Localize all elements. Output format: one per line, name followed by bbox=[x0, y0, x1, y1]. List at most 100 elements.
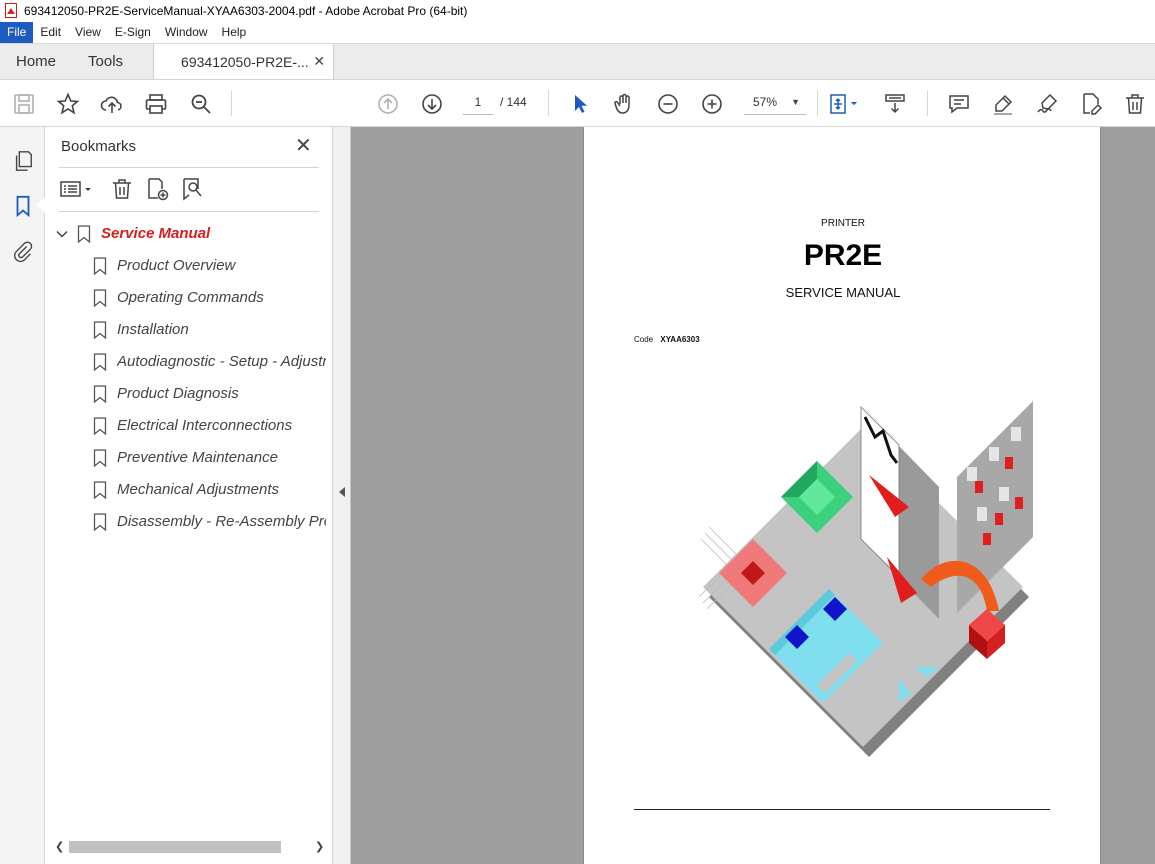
page-number-input[interactable]: 1 bbox=[463, 89, 493, 115]
print-icon[interactable] bbox=[143, 91, 169, 117]
tab-tools[interactable]: Tools bbox=[72, 44, 139, 79]
bookmark-item-product-overview[interactable]: Product Overview bbox=[45, 250, 332, 282]
bookmark-label: Service Manual bbox=[101, 225, 211, 242]
upload-icon[interactable] bbox=[99, 91, 125, 117]
window-title: 693412050-PR2E-ServiceManual-XYAA6303-20… bbox=[24, 4, 468, 18]
bookmark-panel-icon[interactable] bbox=[10, 193, 36, 219]
scroll-mode-icon[interactable] bbox=[882, 91, 908, 117]
doc-code-label: Code bbox=[634, 335, 654, 344]
bookmark-label: Installation bbox=[117, 321, 189, 338]
active-panel-pointer bbox=[37, 197, 45, 213]
tab-document-label: 693412050-PR2E-... bbox=[181, 53, 309, 70]
attachment-icon[interactable] bbox=[10, 239, 36, 265]
doc-code-value: XYAA6303 bbox=[660, 335, 700, 344]
doc-code: Code XYAA6303 bbox=[634, 335, 700, 344]
find-bookmark-icon[interactable] bbox=[179, 176, 205, 202]
bookmark-icon bbox=[77, 225, 91, 243]
scroll-right-icon[interactable]: ❯ bbox=[315, 840, 324, 853]
highlight-pen-icon[interactable] bbox=[990, 91, 1016, 117]
edit-pdf-icon[interactable] bbox=[1078, 91, 1104, 117]
bookmark-item-disassembly[interactable]: Disassembly - Re-Assembly Proc bbox=[45, 506, 332, 538]
sign-icon[interactable] bbox=[1034, 91, 1060, 117]
bookmark-icon bbox=[93, 353, 107, 371]
bookmark-label: Product Overview bbox=[117, 257, 236, 274]
bookmarks-title: Bookmarks bbox=[61, 138, 137, 155]
bookmark-item-autodiagnostic[interactable]: Autodiagnostic - Setup - Adjustm bbox=[45, 346, 332, 378]
cover-illustration bbox=[699, 401, 1033, 757]
bookmark-icon bbox=[93, 481, 107, 499]
star-icon[interactable] bbox=[55, 91, 81, 117]
toolbar-divider bbox=[548, 90, 549, 116]
doc-kicker: PRINTER bbox=[821, 218, 865, 229]
close-tab-icon[interactable]: ✕ bbox=[313, 53, 325, 70]
bookmark-icon bbox=[93, 289, 107, 307]
doc-model-title: PR2E bbox=[803, 239, 883, 272]
bookmark-label: Disassembly - Re-Assembly Proc bbox=[117, 513, 326, 530]
new-bookmark-icon[interactable] bbox=[143, 176, 171, 202]
bookmark-label: Operating Commands bbox=[117, 289, 264, 306]
bookmark-item-installation[interactable]: Installation bbox=[45, 314, 332, 346]
doc-footer-rule bbox=[634, 809, 1050, 810]
page-total-label: / 144 bbox=[500, 95, 527, 109]
collapse-panel-icon[interactable] bbox=[339, 487, 345, 497]
bookmarks-panel: Bookmarks ✕ Service Manual Product Overv… bbox=[45, 127, 332, 864]
bookmark-item-product-diagnosis[interactable]: Product Diagnosis bbox=[45, 378, 332, 410]
divider bbox=[59, 167, 319, 168]
pdf-page: PRINTER PR2E SERVICE MANUAL Code XYAA630… bbox=[583, 127, 1101, 864]
bookmark-icon bbox=[93, 417, 107, 435]
acrobat-pdf-icon bbox=[4, 3, 18, 19]
comment-icon[interactable] bbox=[946, 91, 972, 117]
bookmark-label: Product Diagnosis bbox=[117, 385, 239, 402]
select-arrow-icon[interactable] bbox=[567, 91, 593, 117]
bookmark-icon bbox=[93, 513, 107, 531]
bookmark-icon bbox=[93, 321, 107, 339]
bookmark-label: Mechanical Adjustments bbox=[117, 481, 280, 498]
navigation-rail bbox=[0, 127, 45, 864]
bookmark-item-preventive-maintenance[interactable]: Preventive Maintenance bbox=[45, 442, 332, 474]
main-toolbar bbox=[0, 80, 1155, 127]
tab-home[interactable]: Home bbox=[0, 44, 72, 79]
menu-window[interactable]: Window bbox=[158, 22, 215, 43]
save-icon[interactable] bbox=[11, 91, 37, 117]
bookmark-label: Electrical Interconnections bbox=[117, 417, 293, 434]
menu-help[interactable]: Help bbox=[215, 22, 254, 43]
menu-edit[interactable]: Edit bbox=[33, 22, 68, 43]
delete-icon[interactable] bbox=[1122, 91, 1148, 117]
horizontal-scrollbar[interactable]: ❮ ❯ bbox=[53, 837, 325, 857]
hand-icon[interactable] bbox=[611, 91, 637, 117]
bookmark-icon bbox=[93, 385, 107, 403]
bookmark-label: Autodiagnostic - Setup - Adjustm bbox=[117, 353, 326, 370]
chevron-down-icon: ▼ bbox=[791, 97, 800, 107]
divider bbox=[59, 211, 319, 212]
bookmark-item-electrical-interconnections[interactable]: Electrical Interconnections bbox=[45, 410, 332, 442]
bookmark-item-operating-commands[interactable]: Operating Commands bbox=[45, 282, 332, 314]
bookmark-icon bbox=[93, 257, 107, 275]
page-thumbnails-icon[interactable] bbox=[10, 148, 36, 174]
menu-bar: File Edit View E-Sign Window Help bbox=[0, 22, 1155, 43]
zoom-out-icon[interactable] bbox=[655, 91, 681, 117]
menu-esign[interactable]: E-Sign bbox=[108, 22, 158, 43]
scroll-left-icon[interactable]: ❮ bbox=[55, 840, 64, 853]
close-panel-icon[interactable]: ✕ bbox=[295, 135, 312, 157]
page-up-icon[interactable] bbox=[375, 91, 401, 117]
bookmark-label: Preventive Maintenance bbox=[117, 449, 278, 466]
bookmark-item-mechanical-adjustments[interactable]: Mechanical Adjustments bbox=[45, 474, 332, 506]
chevron-down-icon[interactable] bbox=[56, 228, 68, 240]
fit-page-icon[interactable] bbox=[826, 91, 862, 117]
menu-file[interactable]: File bbox=[0, 22, 34, 43]
panel-splitter[interactable] bbox=[332, 127, 351, 864]
page-down-icon[interactable] bbox=[419, 91, 445, 117]
toolbar-divider bbox=[817, 90, 818, 116]
scrollbar-thumb[interactable] bbox=[69, 841, 281, 853]
delete-bookmark-icon[interactable] bbox=[109, 176, 135, 202]
zoom-search-icon[interactable] bbox=[188, 91, 214, 117]
bookmark-item-service-manual[interactable]: Service Manual bbox=[45, 218, 332, 250]
menu-view[interactable]: View bbox=[68, 22, 108, 43]
zoom-select[interactable]: 57% ▼ bbox=[744, 89, 806, 115]
tab-document[interactable]: 693412050-PR2E-... ✕ bbox=[153, 44, 335, 79]
zoom-in-icon[interactable] bbox=[699, 91, 725, 117]
bookmark-options-icon[interactable] bbox=[59, 176, 95, 202]
document-viewer[interactable]: PRINTER PR2E SERVICE MANUAL Code XYAA630… bbox=[351, 127, 1155, 864]
tab-bar: Home Tools 693412050-PR2E-... ✕ bbox=[0, 43, 1155, 80]
zoom-value: 57% bbox=[753, 95, 778, 109]
